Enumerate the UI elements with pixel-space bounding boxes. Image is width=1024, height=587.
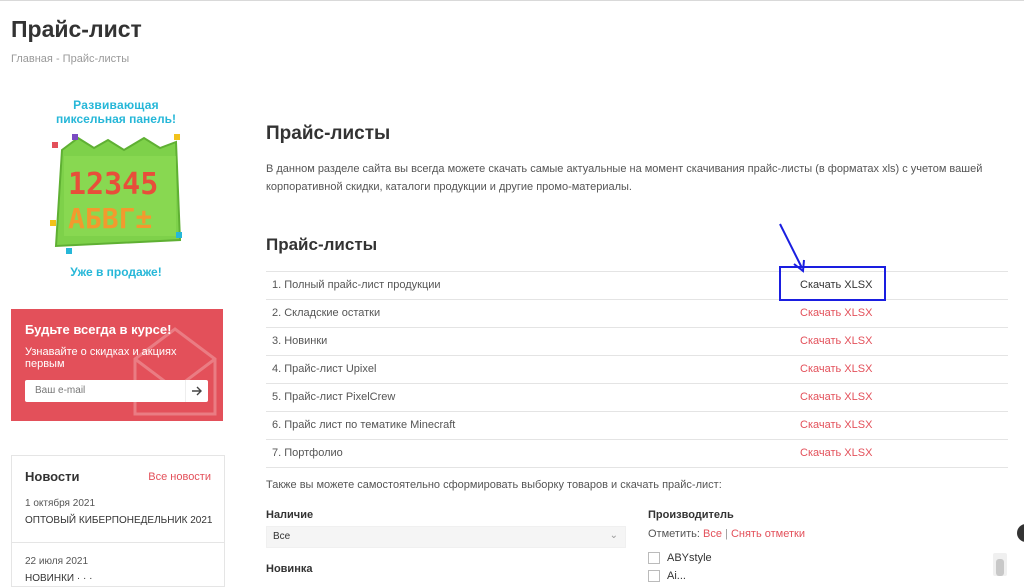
scrollbar-thumb[interactable] (996, 559, 1004, 576)
download-xlsx-link[interactable]: Скачать XLSX (800, 363, 872, 375)
download-xlsx-link[interactable]: Скачать XLSX (800, 335, 872, 347)
table-row: 6. Прайс лист по тематике Minecraft Скач… (266, 411, 1008, 439)
table-row: 5. Прайс-лист PixelCrew Скачать XLSX (266, 383, 1008, 411)
chevron-down-icon: ⌄ (609, 530, 618, 541)
availability-select[interactable]: Все ⌄ (266, 526, 626, 548)
checkbox[interactable] (648, 552, 660, 565)
download-xlsx-link[interactable]: Скачать XLSX (800, 447, 872, 459)
availability-label: Наличие (266, 509, 314, 521)
breadcrumb-current: Прайс-листы (62, 53, 130, 65)
email-placeholder: Ваш e-mail (35, 385, 86, 396)
manufacturer-name: Ai... (667, 570, 686, 582)
intro-text: В данном разделе сайта вы всегда можете … (266, 163, 983, 193)
table-row: 2. Складские остатки Скачать XLSX (266, 299, 1008, 327)
manufacturer-scrollbar[interactable] (993, 553, 1007, 576)
news-title: Новости (25, 469, 80, 484)
also-text: Также вы можете самостоятельно сформиров… (266, 479, 722, 491)
pricelist-name: 1. Полный прайс-лист продукции (272, 279, 441, 291)
top-divider (0, 0, 1024, 1)
subscribe-title: Будьте всегда в курсе! (25, 322, 172, 337)
news-headline-link[interactable]: НОВИНКИ · · · (25, 573, 92, 584)
pixel-board-image: 12345 АБВГ± (50, 134, 182, 254)
download-xlsx-link[interactable]: Скачать XLSX (800, 391, 872, 403)
mark-controls: Отметить: Все | Снять отметки (648, 528, 805, 540)
mark-all-link[interactable]: Все (703, 528, 722, 540)
section-heading: Прайс-листы (266, 123, 391, 144)
manufacturer-checkbox-row[interactable]: ABYstyle (648, 552, 712, 566)
arrow-right-icon (192, 386, 202, 396)
news-headline-link[interactable]: ОПТОВЫЙ КИБЕРПОНЕДЕЛЬНИК 2021 (25, 515, 213, 526)
manufacturer-label: Производитель (648, 509, 734, 521)
annotation-arrow-icon (779, 223, 805, 273)
unmark-all-link[interactable]: Снять отметки (731, 528, 805, 540)
side-widget-button[interactable] (1017, 524, 1024, 542)
breadcrumb: Главная - Прайс-листы (11, 53, 129, 65)
promo-bottom-text: Уже в продаже! (70, 265, 162, 279)
mark-prefix: Отметить: (648, 528, 700, 540)
pricelist-name: 6. Прайс лист по тематике Minecraft (272, 419, 456, 431)
page-title: Прайс-лист (11, 16, 142, 42)
subscribe-submit-button[interactable] (185, 380, 208, 402)
manufacturer-checkbox-row[interactable]: Ai... (648, 570, 686, 584)
pricelist-name: 5. Прайс-лист PixelCrew (272, 391, 396, 403)
news-date: 1 октября 2021 (25, 498, 95, 509)
table-row: 7. Портфолио Скачать XLSX (266, 439, 1008, 468)
pricelist-name: 4. Прайс-лист Upixel (272, 363, 377, 375)
subscribe-text: Узнавайте о скидках и акциях первым (25, 346, 177, 370)
news-box: Новости Все новости 1 октября 2021 ОПТОВ… (11, 455, 225, 587)
availability-value: Все (273, 531, 291, 542)
board-text2: АБВГ± (68, 202, 152, 235)
pricelist-table: 1. Полный прайс-лист продукции Скачать X… (266, 271, 1008, 468)
pricelist-name: 3. Новинки (272, 335, 328, 347)
table-row: 4. Прайс-лист Upixel Скачать XLSX (266, 355, 1008, 383)
promo-banner[interactable]: Развивающая пиксельная панель! 12345 АБВ… (36, 94, 196, 284)
manufacturer-name: ABYstyle (667, 552, 712, 564)
promo-line1: Развивающая (73, 98, 159, 112)
email-field[interactable]: Ваш e-mail (25, 380, 208, 402)
table-row: 1. Полный прайс-лист продукции Скачать X… (266, 271, 1008, 299)
mark-separator: | (725, 528, 728, 540)
breadcrumb-home-link[interactable]: Главная (11, 53, 53, 65)
checkbox[interactable] (648, 570, 660, 583)
subscribe-box: Будьте всегда в курсе! Узнавайте о скидк… (11, 309, 223, 421)
news-divider (12, 542, 224, 543)
board-text1: 12345 (68, 167, 158, 202)
pricelist-name: 7. Портфолио (272, 447, 343, 459)
all-news-link[interactable]: Все новости (148, 471, 211, 483)
pricelists-heading: Прайс-листы (266, 235, 378, 254)
download-xlsx-link[interactable]: Скачать XLSX (800, 307, 872, 319)
news-date: 22 июля 2021 (25, 556, 89, 567)
table-row: 3. Новинки Скачать XLSX (266, 327, 1008, 355)
pricelist-name: 2. Складские остатки (272, 307, 381, 319)
breadcrumb-separator: - (55, 53, 60, 65)
novelty-label: Новинка (266, 563, 313, 575)
download-xlsx-link[interactable]: Скачать XLSX (800, 419, 872, 431)
promo-line2: пиксельная панель! (56, 112, 176, 126)
